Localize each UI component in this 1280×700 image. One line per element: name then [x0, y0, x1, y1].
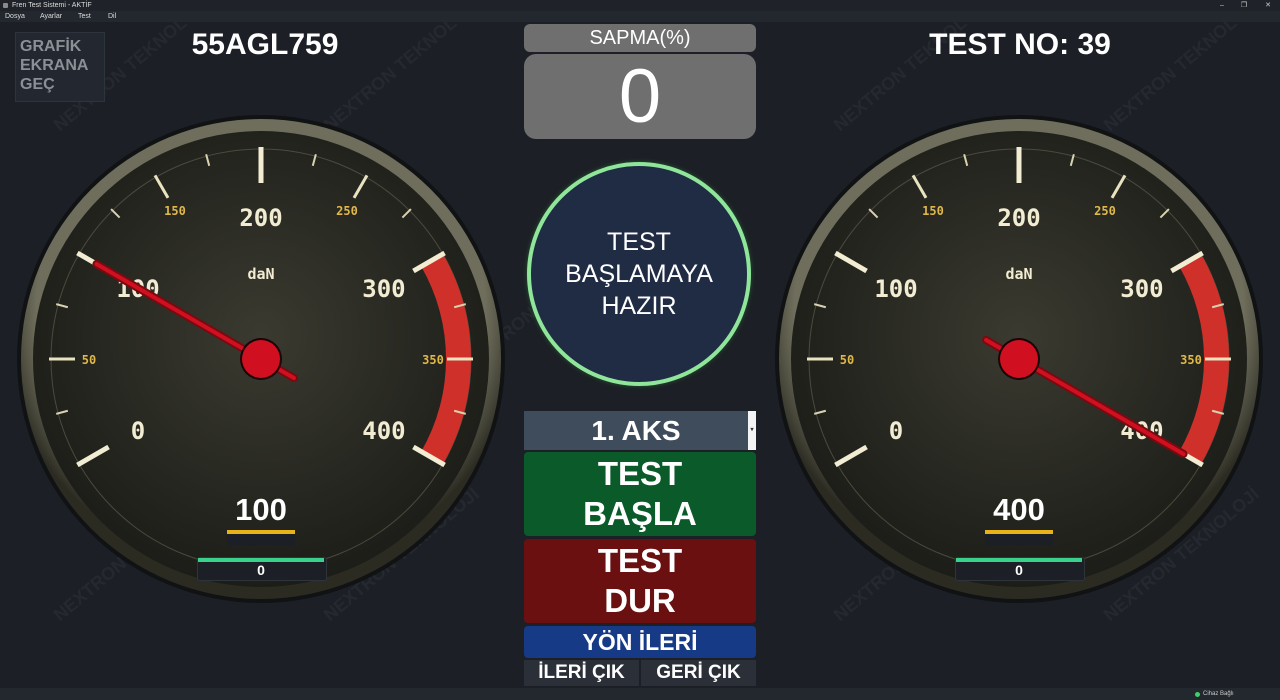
- chevron-down-icon[interactable]: ▾: [748, 411, 756, 450]
- left-gauge-value: 100: [235, 492, 287, 527]
- gauge-major-label: 200: [239, 204, 282, 232]
- minimize-button[interactable]: –: [1210, 0, 1234, 11]
- yon-ileri-button[interactable]: YÖN İLERİ: [524, 626, 756, 658]
- close-button[interactable]: ✕: [1256, 0, 1280, 11]
- geri-cik-button[interactable]: GERİ ÇIK: [641, 660, 756, 686]
- gauge-major-label: 300: [1120, 275, 1163, 303]
- aks-select[interactable]: 1. AKS ▾: [524, 411, 756, 450]
- gauge-minor-label: 150: [922, 204, 944, 218]
- gauge-hub: [1000, 340, 1038, 378]
- test-status-indicator: TEST BAŞLAMAYA HAZIR: [527, 162, 751, 386]
- gauge-minor-label: 50: [82, 353, 96, 367]
- maximize-button[interactable]: ❐: [1232, 0, 1256, 11]
- connection-status-text: Cihaz Bağlı: [1203, 691, 1234, 697]
- left-value-underline: [227, 530, 295, 534]
- right-sub-value: 0: [1015, 562, 1023, 578]
- gauge-major-label: 200: [997, 204, 1040, 232]
- ileri-cik-button[interactable]: İLERİ ÇIK: [524, 660, 639, 686]
- menu-bar: Dosya Ayarlar Test Dil: [0, 11, 1280, 22]
- gauge-minor-label: 250: [336, 204, 358, 218]
- gauge-major-label: 100: [874, 275, 917, 303]
- test-dur-button[interactable]: TEST DUR: [524, 539, 756, 623]
- gauge-minor-label: 50: [840, 353, 854, 367]
- gauge-minor-label: 350: [1180, 353, 1202, 367]
- vehicle-plate: 55AGL759: [191, 28, 339, 61]
- gauge-hub: [242, 340, 280, 378]
- window-title: Fren Test Sistemi - AKTİF: [12, 2, 92, 9]
- gauge-minor-label: 250: [1094, 204, 1116, 218]
- main-panel: NEXTRON TEKNOLOJİ NEXTRON TEKNOLOJİ NEXTRO…: [0, 22, 1280, 688]
- app-icon: [3, 3, 8, 8]
- right-value-underline: [985, 530, 1053, 534]
- connection-status-icon: [1195, 692, 1200, 697]
- menu-item-ayarlar[interactable]: Ayarlar: [40, 11, 62, 22]
- menu-item-test[interactable]: Test: [78, 11, 91, 22]
- title-bar: Fren Test Sistemi - AKTİF – ❐ ✕: [0, 0, 1280, 11]
- gauge-major-label: 400: [362, 417, 405, 445]
- gauge-major-label: 0: [131, 417, 145, 445]
- status-bar: Cihaz Bağlı: [0, 688, 1280, 700]
- menu-item-dil[interactable]: Dil: [108, 11, 116, 22]
- sapma-value: 0: [524, 54, 756, 139]
- gauge-minor-label: 350: [422, 353, 444, 367]
- gauge-unit-label: daN: [247, 265, 274, 283]
- test-basla-button[interactable]: TEST BAŞLA: [524, 452, 756, 536]
- aks-selected-value: 1. AKS: [591, 415, 681, 446]
- gauge-unit-label: daN: [1005, 265, 1032, 283]
- right-gauge-value: 400: [993, 492, 1045, 527]
- gauge-major-label: 0: [889, 417, 903, 445]
- left-sub-value: 0: [257, 562, 265, 578]
- test-number: TEST NO: 39: [929, 28, 1111, 61]
- menu-item-dosya[interactable]: Dosya: [5, 11, 25, 22]
- right-brake-gauge: 010020030040050150250350daN 400 0: [774, 114, 1264, 604]
- gauge-major-label: 300: [362, 275, 405, 303]
- grafik-ekrana-gec-button[interactable]: GRAFİK EKRANA GEÇ: [15, 32, 105, 102]
- gauge-minor-label: 150: [164, 204, 186, 218]
- left-brake-gauge: 010020030040050150250350daN 100 0: [16, 114, 506, 604]
- sapma-label: SAPMA(%): [524, 24, 756, 52]
